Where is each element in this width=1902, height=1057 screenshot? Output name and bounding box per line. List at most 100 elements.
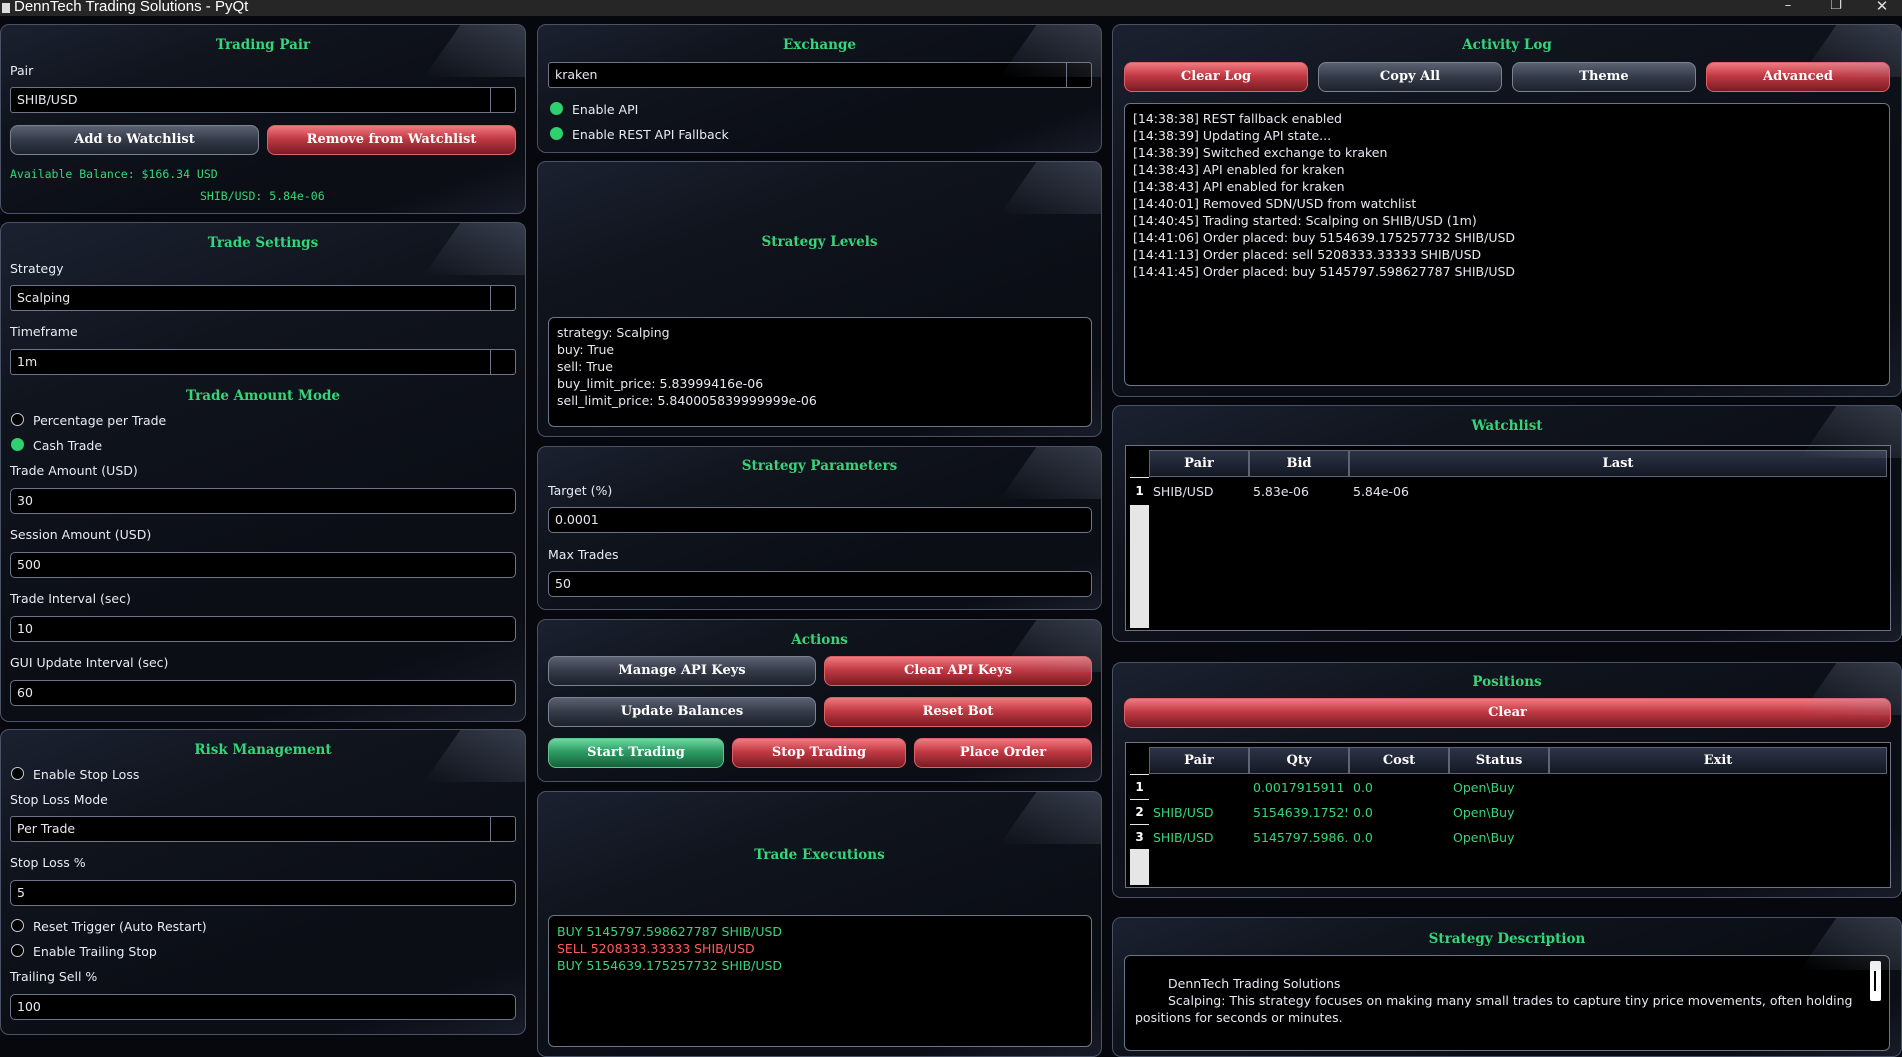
percentage-per-trade-radio[interactable]: [11, 413, 24, 426]
watchlist-header-pair[interactable]: Pair: [1149, 450, 1249, 477]
timeframe-select[interactable]: 1m: [10, 349, 516, 375]
enable-api-checkbox[interactable]: [550, 102, 563, 115]
app-icon: [2, 3, 10, 13]
strategy-select[interactable]: Scalping: [10, 285, 516, 311]
clear-api-keys-button[interactable]: Clear API Keys: [824, 656, 1092, 686]
trade-executions-panel: Trade Executions BUY 5145797.598627787 S…: [537, 791, 1102, 1057]
log-line: [14:38:43] API enabled for kraken: [1133, 162, 1345, 177]
watchlist-title: Watchlist: [1471, 418, 1543, 434]
minimize-icon[interactable]: –: [1768, 0, 1808, 16]
description-company: DennTech Trading Solutions: [1168, 976, 1341, 991]
trade-settings-panel: Trade Settings Strategy Scalping Timefra…: [0, 222, 526, 722]
strategy-levels-panel: Strategy Levels strategy: Scalping buy: …: [537, 161, 1102, 437]
row-number: 2: [1130, 800, 1149, 824]
activity-log-output: [14:38:38] REST fallback enabled [14:38:3…: [1124, 103, 1890, 386]
enable-rest-fallback-label: Enable REST API Fallback: [572, 127, 729, 142]
exchange-select-value: kraken: [555, 67, 598, 82]
chevron-down-icon: [490, 350, 515, 374]
enable-rest-fallback-checkbox[interactable]: [550, 127, 563, 140]
execution-line: SELL 5208333.33333 SHIB/USD: [557, 941, 755, 956]
positions-cell-status: Open\Buy: [1453, 780, 1515, 795]
positions-cell-pair: SHIB/USD: [1153, 805, 1214, 820]
max-trades-input[interactable]: 50: [548, 571, 1092, 597]
enable-stop-loss-checkbox[interactable]: [11, 767, 24, 780]
positions-header-pair[interactable]: Pair: [1149, 747, 1249, 774]
positions-cell-qty: 5145797.5986...: [1253, 830, 1347, 845]
scrollbar-grip-icon: [1874, 971, 1876, 991]
strategy-description-output: DennTech Trading Solutions Scalping: Thi…: [1124, 955, 1890, 1051]
trade-amount-label: Trade Amount (USD): [10, 463, 138, 478]
cash-trade-label: Cash Trade: [33, 438, 103, 453]
trade-interval-input[interactable]: 10: [10, 616, 516, 642]
strategy-level-line: buy: True: [557, 342, 615, 357]
place-order-button[interactable]: Place Order: [914, 738, 1092, 768]
description-scrollbar[interactable]: [1870, 961, 1881, 1001]
copy-all-button[interactable]: Copy All: [1318, 62, 1502, 92]
trade-amount-input[interactable]: 30: [10, 488, 516, 514]
enable-trailing-stop-checkbox[interactable]: [11, 944, 24, 957]
stop-loss-pct-input[interactable]: 5: [10, 880, 516, 906]
positions-header-qty[interactable]: Qty: [1249, 747, 1349, 774]
update-balances-button[interactable]: Update Balances: [548, 697, 816, 727]
enable-stop-loss-label: Enable Stop Loss: [33, 767, 140, 782]
trade-interval-label: Trade Interval (sec): [10, 591, 131, 606]
positions-cell-status: Open\Buy: [1453, 805, 1515, 820]
chevron-down-icon: [1066, 63, 1091, 87]
exchange-select[interactable]: kraken: [548, 62, 1092, 88]
trade-executions-title: Trade Executions: [754, 847, 885, 863]
row-number: 3: [1130, 825, 1149, 849]
trailing-sell-label: Trailing Sell %: [10, 969, 98, 984]
restore-icon[interactable]: ❐: [1816, 0, 1856, 16]
strategy-description-panel: Strategy Description DennTech Trading So…: [1112, 917, 1902, 1057]
watchlist-header-last[interactable]: Last: [1349, 450, 1887, 477]
target-input[interactable]: 0.0001: [548, 507, 1092, 533]
activity-log-panel: Activity Log Clear Log Copy All Theme Ad…: [1112, 24, 1902, 397]
log-line: [14:41:06] Order placed: buy 5154639.175…: [1133, 230, 1516, 245]
watchlist-cell-pair: SHIB/USD: [1153, 484, 1214, 499]
strategy-levels-output: strategy: Scalping buy: True sell: True …: [548, 317, 1092, 427]
strategy-parameters-title: Strategy Parameters: [741, 458, 898, 474]
stop-trading-button[interactable]: Stop Trading: [732, 738, 906, 768]
timeframe-label: Timeframe: [10, 324, 78, 339]
log-line: [14:38:43] API enabled for kraken: [1133, 179, 1345, 194]
positions-table: Pair Qty Cost Status Exit 1 0.0017915911 0…: [1125, 742, 1891, 888]
pair-select[interactable]: SHIB/USD: [10, 87, 516, 113]
positions-header-status[interactable]: Status: [1449, 747, 1549, 774]
trailing-sell-input[interactable]: 100: [10, 994, 516, 1020]
positions-cell-pair: SHIB/USD: [1153, 830, 1214, 845]
strategy-select-value: Scalping: [17, 290, 71, 305]
watchlist-header-bid[interactable]: Bid: [1249, 450, 1349, 477]
strategy-description-title: Strategy Description: [1428, 931, 1586, 947]
manage-api-keys-button[interactable]: Manage API Keys: [548, 656, 816, 686]
stop-loss-pct-label: Stop Loss %: [10, 855, 86, 870]
positions-header-cost[interactable]: Cost: [1349, 747, 1449, 774]
clear-log-button[interactable]: Clear Log: [1124, 62, 1308, 92]
session-amount-input[interactable]: 500: [10, 552, 516, 578]
cash-trade-radio[interactable]: [11, 438, 24, 451]
theme-button[interactable]: Theme: [1512, 62, 1696, 92]
positions-cell-qty: 5154639.17525: [1253, 805, 1347, 820]
positions-header-exit[interactable]: Exit: [1549, 747, 1887, 774]
advanced-button[interactable]: Advanced: [1706, 62, 1890, 92]
remove-from-watchlist-button[interactable]: Remove from Watchlist: [267, 125, 516, 155]
enable-api-label: Enable API: [572, 102, 639, 117]
positions-cell-status: Open\Buy: [1453, 830, 1515, 845]
stop-loss-mode-label: Stop Loss Mode: [10, 792, 108, 807]
close-icon[interactable]: ✕: [1862, 0, 1902, 16]
gui-update-interval-input[interactable]: 60: [10, 680, 516, 706]
start-trading-button[interactable]: Start Trading: [548, 738, 724, 768]
stop-loss-mode-value: Per Trade: [17, 821, 76, 836]
reset-trigger-checkbox[interactable]: [11, 919, 24, 932]
strategy-label: Strategy: [10, 261, 64, 276]
execution-line: BUY 5145797.598627787 SHIB/USD: [557, 924, 783, 939]
positions-cell-qty: 0.0017915911: [1253, 780, 1345, 795]
window-titlebar: DennTech Trading Solutions - PyQt – ❐ ✕: [0, 0, 1902, 16]
add-to-watchlist-button[interactable]: Add to Watchlist: [10, 125, 259, 155]
gui-update-interval-label: GUI Update Interval (sec): [10, 655, 169, 670]
stop-loss-mode-select[interactable]: Per Trade: [10, 816, 516, 842]
reset-bot-button[interactable]: Reset Bot: [824, 697, 1092, 727]
watchlist-cell-last: 5.84e-06: [1353, 484, 1409, 499]
exchange-title: Exchange: [783, 37, 856, 53]
clear-positions-button[interactable]: Clear: [1124, 698, 1891, 728]
positions-cell-cost: 0.0: [1353, 830, 1373, 845]
